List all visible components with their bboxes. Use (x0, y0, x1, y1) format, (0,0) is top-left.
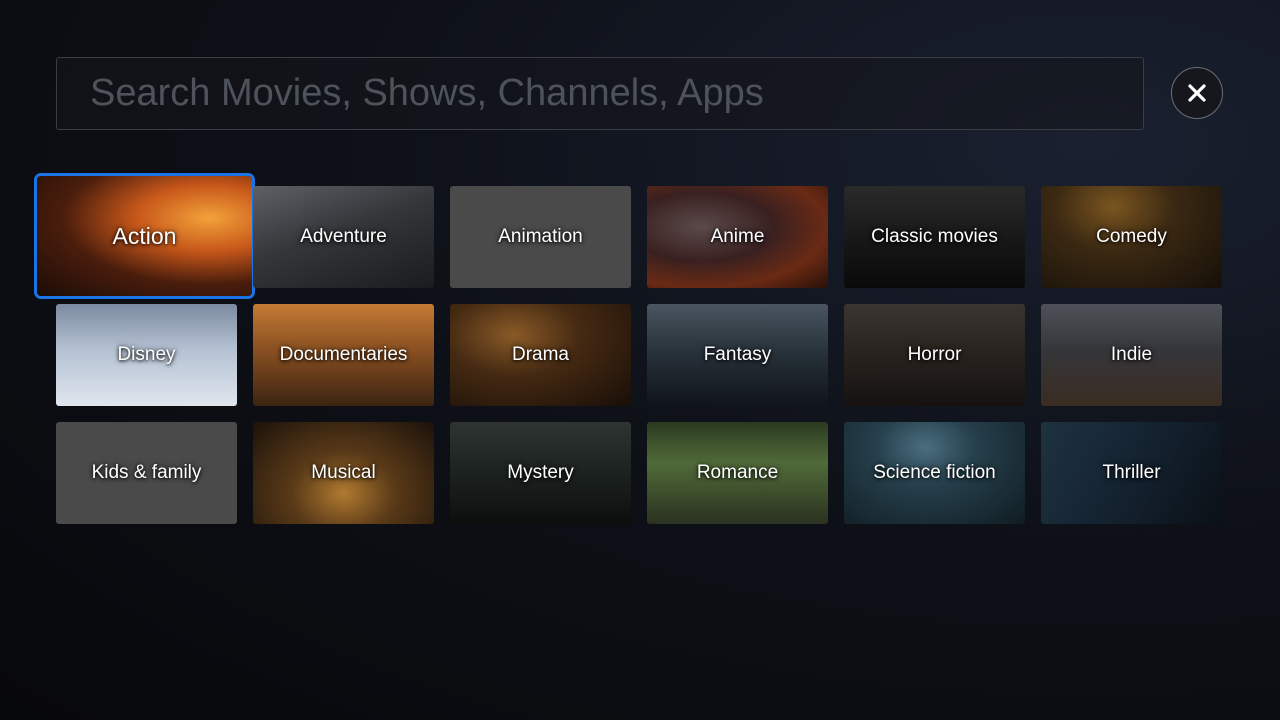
genre-tile-disney[interactable]: Disney (56, 304, 237, 406)
genre-tile-thriller[interactable]: Thriller (1041, 422, 1222, 524)
genre-tile-label: Adventure (300, 226, 387, 247)
genre-tile-indie[interactable]: Indie (1041, 304, 1222, 406)
genre-tile-label: Classic movies (871, 226, 998, 247)
genre-tile-label: Musical (311, 462, 376, 483)
genre-tile-label: Thriller (1102, 462, 1161, 483)
genre-tile-label: Comedy (1096, 226, 1167, 247)
genre-tile-label: Drama (511, 344, 569, 365)
genre-tile-label: Horror (907, 344, 962, 365)
genre-tile-label: Documentaries (279, 344, 408, 365)
genre-tile-anime[interactable]: Anime (647, 186, 828, 288)
genre-tile-science-fiction[interactable]: Science fiction (844, 422, 1025, 524)
genre-tile-label: Indie (1110, 344, 1153, 365)
genre-tile-label: Action (112, 222, 177, 249)
genre-tile-mystery[interactable]: Mystery (450, 422, 631, 524)
close-button[interactable] (1171, 67, 1223, 119)
genre-tile-label: Fantasy (703, 344, 772, 365)
genre-tile-classic-movies[interactable]: Classic movies (844, 186, 1025, 288)
genre-tile-documentaries[interactable]: Documentaries (253, 304, 434, 406)
genre-tile-action[interactable]: Action (34, 173, 255, 299)
search-input[interactable] (57, 58, 1143, 129)
genre-tile-label: Romance (696, 462, 779, 483)
genre-tile-label: Animation (498, 226, 583, 247)
genre-tile-romance[interactable]: Romance (647, 422, 828, 524)
genre-tile-comedy[interactable]: Comedy (1041, 186, 1222, 288)
genre-tile-adventure[interactable]: Adventure (253, 186, 434, 288)
close-icon (1188, 84, 1206, 102)
genre-tile-musical[interactable]: Musical (253, 422, 434, 524)
genre-tile-label: Anime (710, 226, 765, 247)
genre-tile-fantasy[interactable]: Fantasy (647, 304, 828, 406)
genre-tile-label: Science fiction (873, 462, 996, 483)
genre-tile-label: Kids & family (91, 462, 202, 483)
genre-tile-horror[interactable]: Horror (844, 304, 1025, 406)
genre-tile-label: Disney (117, 344, 176, 365)
genre-tile-animation[interactable]: Animation (450, 186, 631, 288)
genre-tile-label: Mystery (507, 462, 574, 483)
search-box[interactable] (56, 57, 1144, 130)
genre-tile-drama[interactable]: Drama (450, 304, 631, 406)
genre-tile-kids-family[interactable]: Kids & family (56, 422, 237, 524)
